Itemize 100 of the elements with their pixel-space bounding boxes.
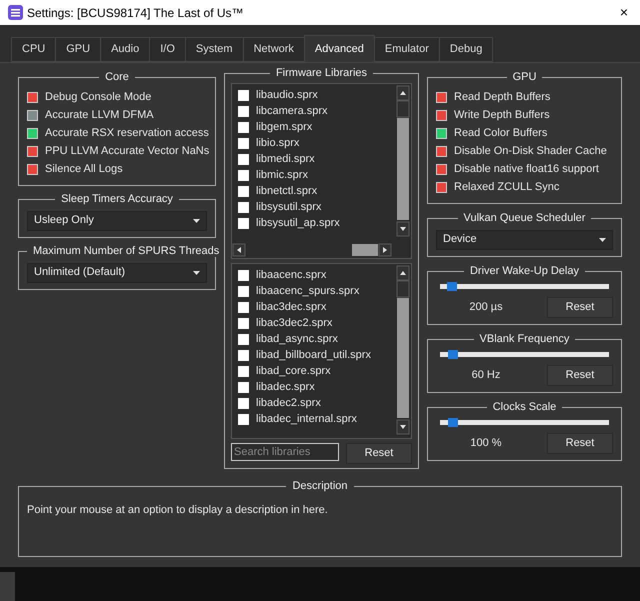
tab[interactable]: Advanced	[304, 35, 375, 62]
checkbox[interactable]	[238, 154, 249, 165]
library-item[interactable]: libadec_internal.sprx	[238, 412, 395, 428]
library-item[interactable]: libmedi.sprx	[238, 152, 395, 168]
description-text: Point your mouse at an option to display a description in here.	[27, 502, 329, 518]
search-field[interactable]: Search libraries	[231, 442, 339, 460]
checkbox[interactable]	[238, 302, 249, 313]
checkbox[interactable]	[238, 90, 249, 101]
tab[interactable]: CPU	[11, 37, 56, 62]
slider-thumb[interactable]	[448, 350, 458, 358]
group-title: VBlank Frequency	[478, 334, 570, 344]
checkbox[interactable]	[238, 398, 249, 409]
library-item[interactable]: libadec.sprx	[238, 380, 395, 396]
checkbox[interactable]	[238, 170, 249, 181]
checkbox[interactable]	[238, 218, 249, 229]
slider-thumb[interactable]	[448, 418, 458, 426]
status-square[interactable]	[27, 146, 38, 157]
checkbox[interactable]	[238, 106, 249, 117]
library-item[interactable]: libad_core.sprx	[238, 364, 395, 380]
checkbox[interactable]	[238, 366, 249, 377]
group-title: Core	[104, 72, 130, 82]
reset-button[interactable]: Reset	[547, 296, 613, 318]
status-square[interactable]	[436, 110, 447, 121]
slider-thumb[interactable]	[446, 282, 457, 290]
checkbox[interactable]	[238, 334, 249, 345]
tab[interactable]: System	[184, 37, 244, 62]
caret-icon	[599, 238, 606, 242]
option-label[interactable]: Read Color Buffers	[454, 125, 548, 142]
tab[interactable]: Debug	[438, 37, 494, 62]
checkbox[interactable]	[238, 270, 249, 281]
group-title: GPU	[512, 72, 538, 82]
checkbox[interactable]	[238, 318, 249, 329]
tab[interactable]: Network	[242, 37, 305, 62]
option-label[interactable]: Silence All Logs	[45, 161, 123, 178]
slider-value: 100 %	[469, 436, 503, 451]
status-square[interactable]	[27, 92, 38, 103]
checkbox[interactable]	[238, 286, 249, 297]
status-square[interactable]	[27, 164, 38, 175]
checkbox[interactable]	[238, 202, 249, 213]
option-label[interactable]: Accurate LLVM DFMA	[45, 107, 154, 124]
checkbox[interactable]	[238, 122, 249, 133]
reset-button[interactable]: Reset	[346, 442, 412, 464]
library-item[interactable]: libaudio.sprx	[238, 88, 395, 104]
group-title: Description	[291, 480, 349, 492]
library-item[interactable]: libio.sprx	[238, 136, 395, 152]
dropdown[interactable]: Unlimited (Default)	[27, 262, 207, 282]
option-label[interactable]: Relaxed ZCULL Sync	[454, 179, 560, 196]
option-label[interactable]: Debug Console Mode	[45, 89, 152, 106]
status-square[interactable]	[27, 128, 38, 139]
app-icon	[8, 5, 23, 20]
slider-value: 60 Hz	[470, 368, 502, 383]
status-square[interactable]	[27, 110, 38, 121]
group-title: Maximum Number of SPURS Threads	[32, 246, 220, 256]
dropdown[interactable]: Device	[436, 230, 613, 250]
tab[interactable]: Audio	[100, 37, 150, 62]
scrollbar[interactable]	[395, 264, 411, 438]
library-item[interactable]: libac3dec.sprx	[238, 300, 395, 316]
reset-button[interactable]: Reset	[547, 364, 613, 386]
checkbox[interactable]	[238, 138, 249, 149]
checkbox[interactable]	[238, 414, 249, 425]
group-title: Vulkan Queue Scheduler	[462, 212, 586, 224]
status-square[interactable]	[436, 164, 447, 175]
library-item[interactable]: libac3dec2.sprx	[238, 316, 395, 332]
status-square[interactable]	[436, 128, 447, 139]
option-label[interactable]: Disable On-Disk Shader Cache	[454, 143, 607, 160]
library-item[interactable]: libgem.sprx	[238, 120, 395, 136]
slider-value: 200 µs	[468, 300, 504, 315]
checkbox[interactable]	[238, 382, 249, 393]
library-item[interactable]: libsysutil_ap.sprx	[238, 216, 395, 232]
option-label[interactable]: Read Depth Buffers	[454, 89, 550, 106]
caret-icon	[193, 270, 200, 274]
checkbox[interactable]	[238, 186, 249, 197]
library-item[interactable]: libad_billboard_util.sprx	[238, 348, 395, 364]
library-item[interactable]: libadec2.sprx	[238, 396, 395, 412]
status-square[interactable]	[436, 182, 447, 193]
status-square[interactable]	[436, 146, 447, 157]
close-button[interactable]: ×	[620, 2, 628, 23]
library-item[interactable]: libsysutil.sprx	[238, 200, 395, 216]
checkbox[interactable]	[238, 350, 249, 361]
window-title: Settings: [BCUS98174] The Last of Us™	[27, 4, 245, 22]
tab[interactable]: I/O	[149, 37, 186, 62]
library-item[interactable]: libnetctl.sprx	[238, 184, 395, 200]
option-label[interactable]: Accurate RSX reservation access	[45, 125, 209, 142]
reset-button[interactable]: Reset	[547, 432, 613, 454]
option-label[interactable]: PPU LLVM Accurate Vector NaNs	[45, 143, 210, 160]
group-title: Firmware Libraries	[274, 68, 368, 78]
tab[interactable]: Emulator	[374, 37, 440, 62]
panel-edge	[0, 572, 15, 601]
option-label[interactable]: Disable native float16 support	[454, 161, 599, 178]
tab[interactable]: GPU	[55, 37, 102, 62]
status-square[interactable]	[436, 92, 447, 103]
library-item[interactable]: libaacenc.sprx	[238, 268, 395, 284]
scrollbar[interactable]	[395, 84, 411, 240]
scrollbar[interactable]	[232, 242, 392, 258]
library-item[interactable]: libaacenc_spurs.sprx	[238, 284, 395, 300]
dropdown[interactable]: Usleep Only	[27, 210, 207, 230]
library-item[interactable]: libmic.sprx	[238, 168, 395, 184]
library-item[interactable]: libcamera.sprx	[238, 104, 395, 120]
option-label[interactable]: Write Depth Buffers	[454, 107, 550, 124]
library-item[interactable]: libad_async.sprx	[238, 332, 395, 348]
